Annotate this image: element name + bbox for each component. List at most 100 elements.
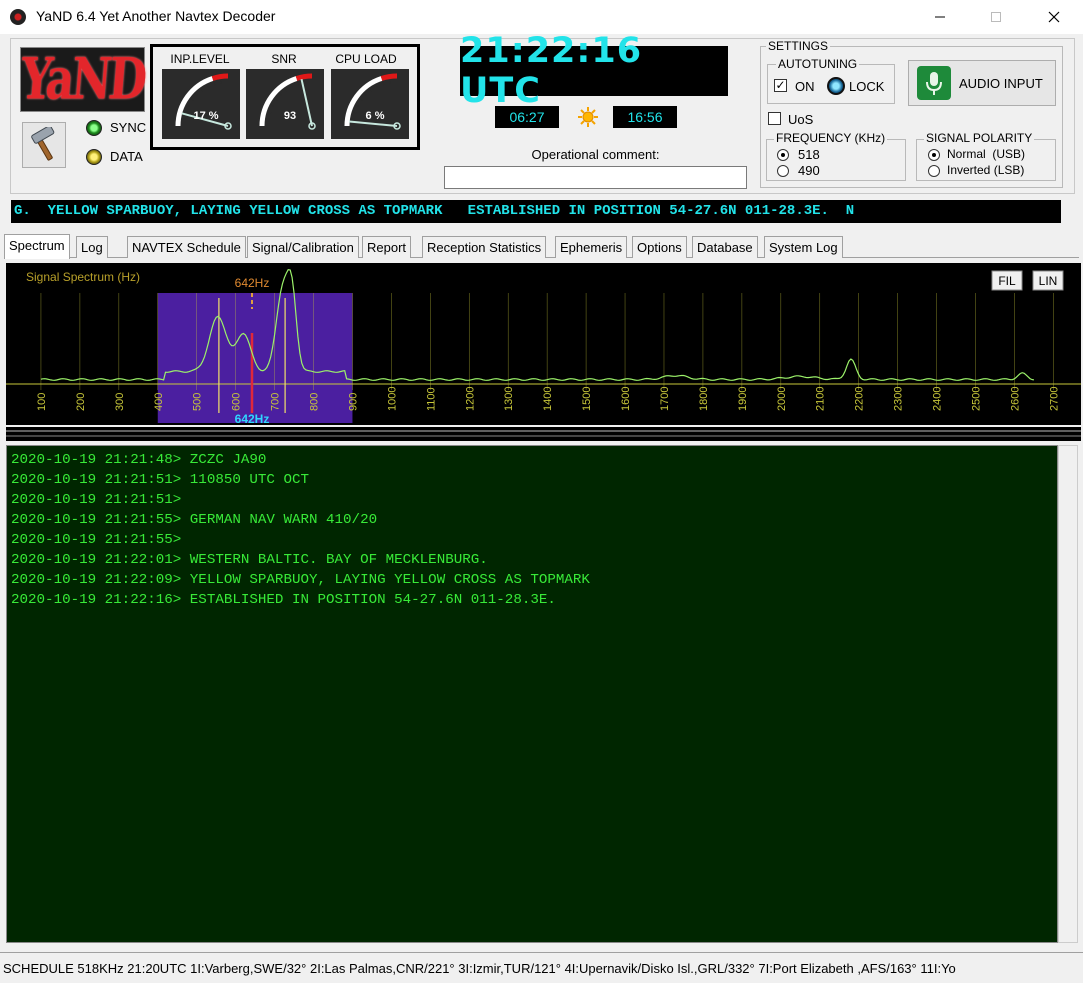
gauge-value: 17 % [193,110,218,122]
microphone-icon [917,66,951,100]
x-tick-label: 1400 [542,387,554,411]
signal-spectrum[interactable]: 100 200 300 400 500 600 700 800 900 1000 1100 1200 1… [6,263,1081,425]
polarity-normal-label: Normal (USB) [947,147,1026,161]
x-tick-label: 2300 [893,387,905,411]
splitter[interactable] [6,427,1081,441]
lock-indicator-icon [827,77,845,95]
x-tick-label: 1300 [503,387,515,411]
gauge-tick [389,79,391,84]
x-tick-label: 1600 [620,387,632,411]
polarity-inverted-radio[interactable] [928,165,940,177]
gauge-needle [349,120,398,127]
frequency-490-radio[interactable] [777,165,789,177]
x-tick-label: 1100 [425,387,437,411]
log-line: 2020-10-19 21:21:55> GERMAN NAV WARN 410… [11,512,378,528]
tab-signal-calibration[interactable]: Signal/Calibration [247,236,359,258]
lin-button[interactable]: LIN [1032,270,1064,291]
tab-system-log[interactable]: System Log [764,236,843,258]
tab-report[interactable]: Report [362,236,412,258]
data-label: DATA [110,149,143,164]
gauge-tick [304,79,306,84]
tools-button[interactable] [22,122,66,168]
tab-database[interactable]: Database [692,236,758,258]
log-line: 2020-10-19 21:21:55> [11,532,182,548]
maximize-button[interactable] [973,0,1019,34]
gauge-tick [269,104,274,107]
x-tick-label: 2100 [815,387,827,411]
x-tick-label: 1700 [659,387,671,411]
decoded-message-log[interactable]: 2020-10-19 21:21:48> ZCZC JA90 2020-10-19… [6,445,1058,943]
snr-gauge: 93 [246,69,324,139]
tab-log[interactable]: Log [76,236,108,258]
gauge-tick [220,79,222,84]
log-line: 2020-10-19 21:22:01> WESTERN BALTIC. BAY… [11,552,488,568]
gauge-value: 93 [284,110,296,122]
log-line: 2020-10-19 21:21:51> 110850 UTC OCT [11,472,309,488]
gauge-tick [354,104,359,107]
message-ticker: G. YELLOW SPARBUOY, LAYING YELLOW CROSS … [11,200,1061,223]
uos-checkbox[interactable] [768,112,781,125]
tab-spectrum[interactable]: Spectrum [4,234,70,259]
data-indicator-icon [86,149,102,165]
passband-region[interactable] [157,293,353,423]
close-button[interactable] [1031,0,1077,34]
app-icon [10,9,26,25]
x-tick-label: 2500 [971,387,983,411]
gauge-scale [295,73,313,81]
gauge-tick [206,83,209,88]
center-frequency-top-label: 642Hz [235,276,270,290]
sync-indicator-icon [86,120,102,136]
x-tick-label: 2000 [776,387,788,411]
title-bar: YaND 6.4 Yet Another Navtex Decoder [0,0,1083,34]
polarity-inverted-label: Inverted (LSB) [947,163,1025,177]
x-tick-label: 2600 [1009,387,1021,411]
x-tick-label: 500 [192,393,204,411]
frequency-518-label: 518 [798,147,820,162]
audio-input-label: AUDIO INPUT [959,75,1043,91]
gauge-tick [375,83,378,88]
log-scrollbar[interactable] [1058,445,1078,943]
gauge-tick [183,111,188,114]
gauge-tick [283,87,288,92]
tab-navtex-schedule[interactable]: NAVTEX Schedule [127,236,246,258]
polarity-normal-radio[interactable] [928,149,940,161]
x-tick-label: 1900 [737,387,749,411]
fil-button[interactable]: FIL [991,270,1023,291]
sunrise-time: 06:27 [495,106,559,128]
gauge-tick [297,81,300,86]
autotuning-on-checkbox[interactable]: ✓ [774,79,787,92]
input-level-gauge: 17 % [162,69,240,139]
log-line: 2020-10-19 21:21:48> ZCZC JA90 [11,452,267,468]
x-tick-label: 100 [36,393,48,411]
x-tick-label: 1200 [464,387,476,411]
minimize-button[interactable] [917,0,963,34]
tab-options[interactable]: Options [632,236,687,258]
gauge-tick [352,111,357,114]
x-tick-label: 2200 [854,387,866,411]
gauge-tick [290,83,293,88]
audio-input-button[interactable]: AUDIO INPUT [908,60,1056,106]
tab-ephemeris[interactable]: Ephemeris [555,236,628,258]
sun-icon [578,107,598,127]
x-tick-label: 700 [270,393,282,411]
settings-label: SETTINGS [766,39,831,53]
x-tick-label: 800 [309,393,321,411]
operational-comment-input[interactable] [444,166,747,189]
window-title: YaND 6.4 Yet Another Navtex Decoder [36,8,276,24]
tab-reception-statistics[interactable]: Reception Statistics [422,236,547,258]
frequency-518-radio[interactable] [777,149,789,161]
lin-button-label: LIN [1039,274,1058,288]
gauge-tick [181,118,186,120]
gauge-tick [213,81,216,86]
lock-label: LOCK [849,79,885,94]
autotuning-label: AUTOTUNING [776,57,860,71]
x-tick-label: 1000 [386,387,398,411]
gauge-tick [382,81,385,86]
gauge-tick [278,92,282,96]
signal-polarity-label: SIGNAL POLARITY [924,131,1035,145]
x-tick-label: 300 [114,393,126,411]
gauge-tick [194,92,198,96]
x-tick-label: 900 [347,393,359,411]
uos-label: UoS [788,112,814,127]
cpu-load-title: CPU LOAD [335,52,397,66]
